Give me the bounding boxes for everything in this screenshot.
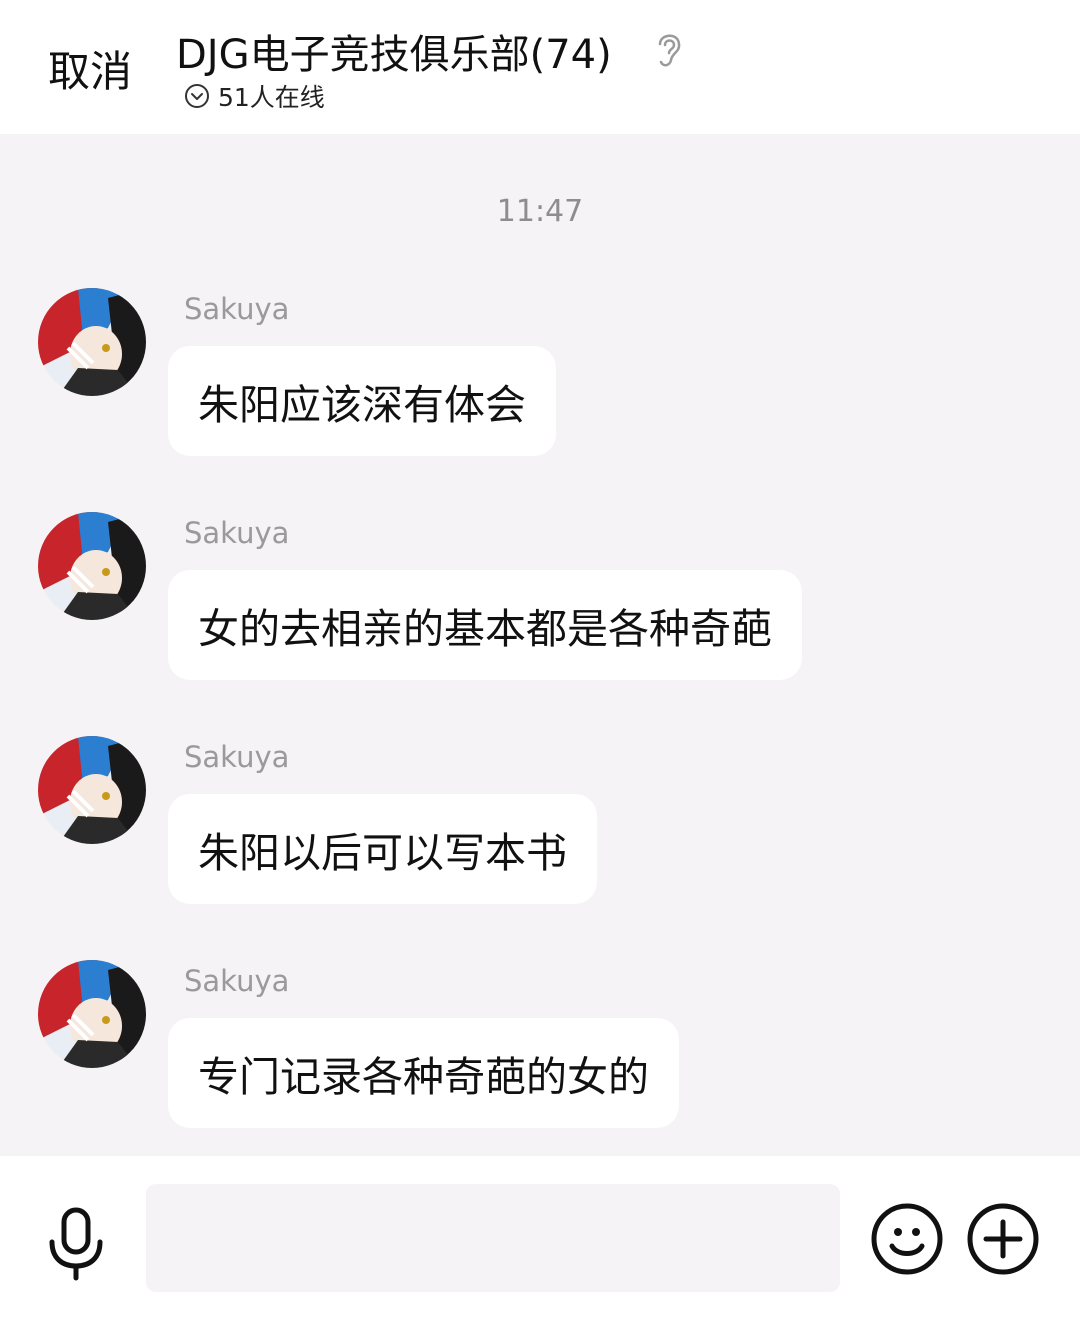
avatar[interactable] [38, 512, 146, 620]
message-list[interactable]: 11:47 Sakuya 朱阳应该深有体会 Sakuya 女的去相亲的基本都是各… [0, 134, 1080, 1154]
sender-name: Sakuya [184, 516, 290, 550]
message-item: Sakuya 朱阳应该深有体会 [0, 288, 1080, 488]
message-timestamp: 11:47 [496, 194, 584, 229]
group-title[interactable]: DJG电子竞技俱乐部(74) [176, 22, 612, 80]
ear-icon[interactable] [650, 28, 686, 70]
online-status[interactable]: 51人在线 [184, 80, 325, 112]
chevron-down-circle-icon [185, 84, 209, 108]
chat-header: 取消 DJG电子竞技俱乐部(74) 51人在线 [0, 0, 1080, 134]
message-bubble[interactable]: 朱阳应该深有体会 [168, 346, 556, 456]
message-bubble[interactable]: 专门记录各种奇葩的女的 [168, 1018, 679, 1128]
message-bubble[interactable]: 女的去相亲的基本都是各种奇葩 [168, 570, 802, 680]
input-bar [0, 1156, 1080, 1318]
avatar[interactable] [38, 288, 146, 396]
sender-name: Sakuya [184, 964, 290, 998]
message-item: Sakuya 朱阳以后可以写本书 [0, 736, 1080, 936]
sender-name: Sakuya [184, 740, 290, 774]
avatar[interactable] [38, 960, 146, 1068]
plus-circle-icon[interactable] [966, 1202, 1040, 1276]
message-item: Sakuya 专门记录各种奇葩的女的 [0, 960, 1080, 1160]
cancel-button[interactable]: 取消 [48, 38, 132, 99]
sender-name: Sakuya [184, 292, 290, 326]
smiley-icon[interactable] [870, 1202, 944, 1276]
message-input[interactable] [146, 1184, 840, 1292]
avatar[interactable] [38, 736, 146, 844]
message-item: Sakuya 女的去相亲的基本都是各种奇葩 [0, 512, 1080, 712]
message-bubble[interactable]: 朱阳以后可以写本书 [168, 794, 597, 904]
online-count: 51人在线 [218, 83, 325, 112]
microphone-icon[interactable] [44, 1206, 108, 1282]
